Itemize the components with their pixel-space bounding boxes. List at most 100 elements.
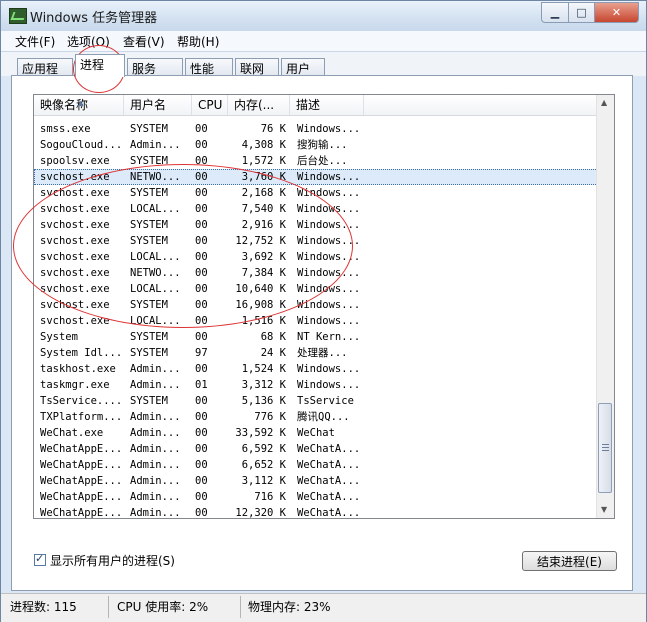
process-list[interactable]: 映像名称 ▲ 用户名 CPU 内存(... 描述 smss.exe SYSTEM 0… bbox=[33, 94, 615, 519]
process-user-name: Admin... bbox=[130, 363, 181, 375]
process-cpu: 00 bbox=[195, 299, 208, 311]
table-row[interactable]: TsService.... SYSTEM 00 5,136 K TsService bbox=[34, 393, 604, 409]
process-description: WeChat bbox=[297, 427, 335, 439]
process-image-name: svchost.exe bbox=[40, 267, 110, 279]
column-description[interactable]: 描述 bbox=[290, 95, 364, 115]
process-cpu: 00 bbox=[195, 187, 208, 199]
column-memory[interactable]: 内存(... bbox=[228, 95, 290, 115]
process-memory: 6,592 K bbox=[241, 443, 286, 455]
status-memory-usage: 物理内存: 23% bbox=[248, 600, 331, 614]
process-image-name: WeChatAppE... bbox=[40, 443, 123, 455]
process-memory: 7,384 K bbox=[241, 267, 286, 279]
process-description: Windows... bbox=[297, 379, 361, 391]
process-memory: 2,916 K bbox=[241, 219, 286, 231]
table-row[interactable]: svchost.exe LOCAL... 00 10,640 K Windows... bbox=[34, 281, 604, 297]
process-description: Windows... bbox=[297, 171, 361, 183]
process-user-name: Admin... bbox=[130, 459, 181, 471]
scroll-up-icon[interactable]: ▲ bbox=[601, 98, 607, 107]
vertical-scrollbar[interactable]: ▲ ▼ bbox=[596, 95, 614, 518]
tab-performance[interactable]: 性能 bbox=[185, 58, 233, 76]
process-image-name: svchost.exe bbox=[40, 203, 110, 215]
tab-services[interactable]: 服务 bbox=[127, 58, 183, 76]
tab-applications[interactable]: 应用程序 bbox=[17, 58, 73, 93]
process-memory: 68 K bbox=[260, 331, 286, 343]
table-row[interactable]: WeChatAppE... Admin... 00 716 K WeChatA... bbox=[34, 489, 604, 505]
menu-help[interactable]: 帮助(H) bbox=[177, 33, 219, 50]
process-user-name: Admin... bbox=[130, 427, 181, 439]
process-memory: 3,760 K bbox=[241, 171, 286, 183]
table-row[interactable]: WeChatAppE... Admin... 00 6,652 K WeChatA... bbox=[34, 457, 604, 473]
menu-file[interactable]: 文件(F) bbox=[15, 33, 55, 50]
table-row[interactable]: System SYSTEM 00 68 K NT Kern... bbox=[34, 329, 604, 345]
table-row[interactable]: svchost.exe SYSTEM 00 2,916 K Windows... bbox=[34, 217, 604, 233]
process-image-name: WeChatAppE... bbox=[40, 459, 123, 471]
process-cpu: 00 bbox=[195, 315, 208, 327]
process-cpu: 00 bbox=[195, 123, 208, 135]
process-image-name: svchost.exe bbox=[40, 187, 110, 199]
scroll-down-icon[interactable]: ▼ bbox=[601, 505, 607, 514]
column-memory-label: 内存(... bbox=[234, 98, 275, 112]
table-row[interactable]: WeChatAppE... Admin... 00 12,320 K WeChatA..… bbox=[34, 505, 604, 519]
process-description: WeChatA... bbox=[297, 507, 361, 519]
processes-panel: 映像名称 ▲ 用户名 CPU 内存(... 描述 smss.exe SYSTEM 0… bbox=[11, 75, 633, 591]
process-memory: 12,320 K bbox=[235, 507, 286, 519]
process-cpu: 00 bbox=[195, 251, 208, 263]
process-memory: 776 K bbox=[254, 411, 286, 423]
process-description: NT Kern... bbox=[297, 331, 361, 343]
column-user-name[interactable]: 用户名 bbox=[124, 95, 192, 115]
thumb-grip-line bbox=[602, 444, 609, 445]
process-description: TsService bbox=[297, 395, 354, 407]
table-row[interactable]: svchost.exe LOCAL... 00 7,540 K Windows... bbox=[34, 201, 604, 217]
process-user-name: SYSTEM bbox=[130, 347, 168, 359]
column-image-name[interactable]: 映像名称 ▲ bbox=[34, 95, 124, 115]
table-row[interactable]: SogouCloud... Admin... 00 4,308 K 搜狗输... bbox=[34, 137, 604, 153]
table-row[interactable]: taskhost.exe Admin... 00 1,524 K Windows... bbox=[34, 361, 604, 377]
minimize-button[interactable]: ▁ bbox=[541, 2, 569, 23]
process-cpu: 00 bbox=[195, 139, 208, 151]
table-row[interactable]: svchost.exe SYSTEM 00 12,752 K Windows... bbox=[34, 233, 604, 249]
table-row[interactable]: WeChatAppE... Admin... 00 6,592 K WeChatA... bbox=[34, 441, 604, 457]
table-row[interactable]: spoolsv.exe SYSTEM 00 1,572 K 后台处... bbox=[34, 153, 604, 169]
process-cpu: 00 bbox=[195, 283, 208, 295]
show-all-users-checkbox[interactable] bbox=[34, 552, 46, 566]
tab-processes[interactable]: 进程 bbox=[75, 54, 125, 77]
table-row[interactable]: taskmgr.exe Admin... 01 3,312 K Windows... bbox=[34, 377, 604, 393]
status-divider bbox=[108, 596, 109, 618]
table-row[interactable]: svchost.exe LOCAL... 00 1,516 K Windows... bbox=[34, 313, 604, 329]
table-row[interactable]: System Idl... SYSTEM 97 24 K 处理器... bbox=[34, 345, 604, 361]
tab-strip: 应用程序 进程 服务 性能 联网 用户 bbox=[1, 52, 646, 93]
column-cpu[interactable]: CPU bbox=[192, 95, 228, 115]
process-memory: 24 K bbox=[260, 347, 286, 359]
process-image-name: WeChatAppE... bbox=[40, 507, 123, 519]
table-row[interactable]: TXPlatform.... Admin... 00 776 K 腾讯QQ... bbox=[34, 409, 604, 425]
process-description: WeChatA... bbox=[297, 443, 361, 455]
tab-users[interactable]: 用户 bbox=[281, 58, 325, 76]
table-row[interactable]: WeChatAppE... Admin... 00 3,112 K WeChatA... bbox=[34, 473, 604, 489]
table-row[interactable]: svchost.exe SYSTEM 00 2,168 K Windows... bbox=[34, 185, 604, 201]
task-manager-icon bbox=[9, 8, 27, 24]
tab-networking[interactable]: 联网 bbox=[235, 58, 279, 76]
close-button[interactable]: ✕ bbox=[595, 2, 639, 23]
menu-view[interactable]: 查看(V) bbox=[123, 33, 165, 50]
process-user-name: Admin... bbox=[130, 507, 181, 519]
process-description: WeChatA... bbox=[297, 475, 361, 487]
maximize-button[interactable]: □ bbox=[569, 2, 595, 23]
table-row[interactable]: WeChat.exe Admin... 00 33,592 K WeChat bbox=[34, 425, 604, 441]
table-row[interactable]: svchost.exe LOCAL... 00 3,692 K Windows... bbox=[34, 249, 604, 265]
status-process-count: 进程数: 115 bbox=[10, 600, 77, 614]
selected-table-row[interactable]: svchost.exe NETWO... 00 3,760 K Windows... bbox=[34, 169, 604, 185]
process-description: Windows... bbox=[297, 283, 361, 295]
process-image-name: System Idl... bbox=[40, 347, 123, 359]
menu-options[interactable]: 选项(O) bbox=[67, 33, 110, 50]
process-description: 处理器... bbox=[297, 347, 348, 359]
table-row[interactable]: svchost.exe NETWO... 00 7,384 K Windows... bbox=[34, 265, 604, 281]
process-cpu: 00 bbox=[195, 155, 208, 167]
table-row[interactable]: svchost.exe SYSTEM 00 16,908 K Windows... bbox=[34, 297, 604, 313]
process-user-name: SYSTEM bbox=[130, 331, 168, 343]
title-bar[interactable]: Windows 任务管理器 ▁ □ ✕ bbox=[1, 1, 646, 31]
scrollbar-thumb[interactable] bbox=[598, 403, 612, 493]
show-all-users-option[interactable]: 显示所有用户的进程(S) bbox=[34, 552, 175, 568]
end-process-button[interactable]: 结束进程(E) bbox=[522, 551, 617, 571]
column-description-label: 描述 bbox=[296, 98, 321, 112]
table-row[interactable]: smss.exe SYSTEM 00 76 K Windows... bbox=[34, 121, 604, 137]
